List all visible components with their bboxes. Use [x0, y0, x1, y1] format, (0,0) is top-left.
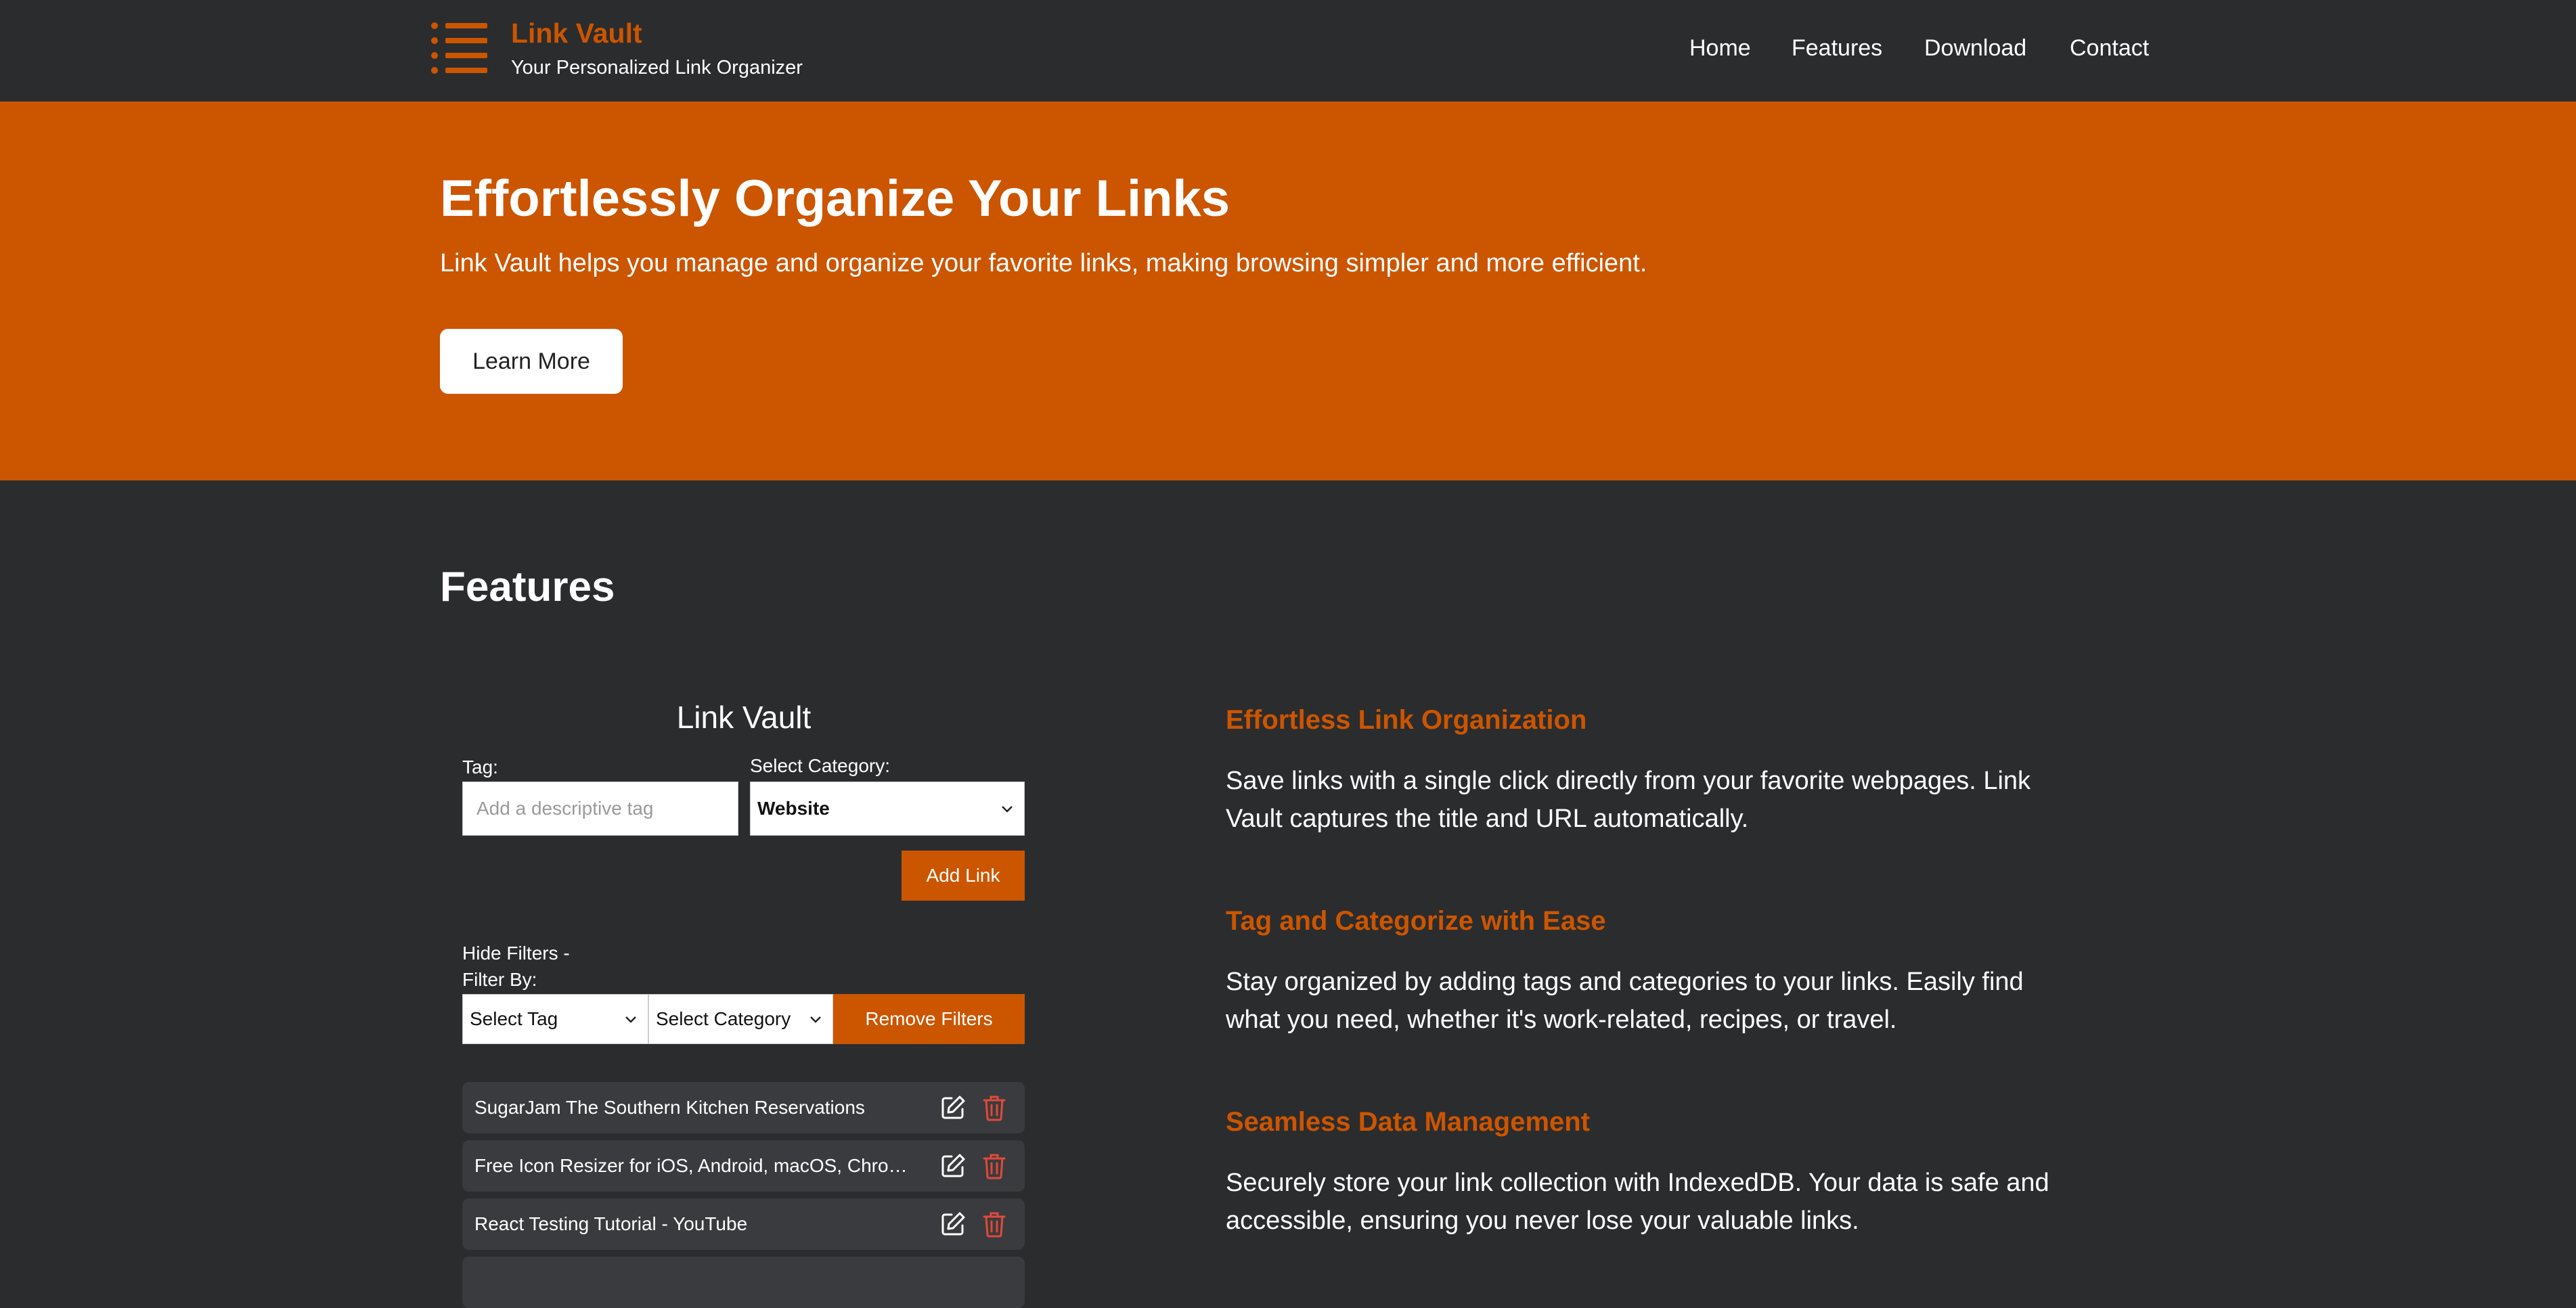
link-title[interactable]: SugarJam The Southern Kitchen Reservatio… — [474, 1082, 921, 1133]
hero-section: Effortlessly Organize Your Links Link Va… — [0, 102, 2576, 480]
link-list-item[interactable] — [462, 1257, 1025, 1308]
link-list-item[interactable]: SugarJam The Southern Kitchen Reservatio… — [462, 1082, 1025, 1133]
category-select[interactable]: Website — [750, 782, 1025, 836]
category-select-value: Website — [757, 798, 830, 819]
chevron-down-icon — [1002, 806, 1013, 813]
edit-icon[interactable] — [939, 1211, 967, 1238]
tag-label: Tag: — [462, 757, 498, 777]
edit-icon[interactable] — [939, 1152, 967, 1179]
tag-input[interactable] — [462, 782, 738, 836]
feature-description: Save links with a single click directly … — [1226, 767, 2031, 833]
nav-contact-link[interactable]: Contact — [2070, 35, 2149, 62]
trash-icon[interactable] — [982, 1152, 1006, 1179]
category-filter-select[interactable]: Select Category — [648, 994, 833, 1044]
hero-description: Link Vault helps you manage and organize… — [440, 249, 1647, 277]
chevron-down-icon — [625, 1016, 636, 1023]
link-title[interactable]: React Testing Tutorial - YouTube — [474, 1198, 921, 1250]
hero-title: Effortlessly Organize Your Links — [440, 170, 1230, 227]
feature-description: Securely store your link collection with… — [1226, 1169, 2049, 1235]
feature-heading: Tag and Categorize with Ease — [1226, 906, 1606, 936]
brand-title[interactable]: Link Vault — [511, 18, 642, 49]
feature-heading: Seamless Data Management — [1226, 1107, 1591, 1137]
filter-by-label: Filter By: — [462, 969, 537, 990]
link-title[interactable] — [474, 1257, 921, 1308]
remove-filters-button[interactable]: Remove Filters — [833, 994, 1025, 1044]
nav-features-link[interactable]: Features — [1792, 35, 1882, 62]
add-link-button[interactable]: Add Link — [902, 851, 1025, 901]
edit-icon[interactable] — [939, 1094, 967, 1121]
navbar: Link Vault Your Personalized Link Organi… — [0, 0, 2576, 102]
tag-filter-value: Select Tag — [470, 1008, 558, 1029]
brand-subtitle: Your Personalized Link Organizer — [511, 57, 803, 78]
category-label: Select Category: — [750, 755, 890, 776]
list-icon — [431, 22, 487, 74]
link-list-item[interactable]: React Testing Tutorial - YouTube — [462, 1198, 1025, 1250]
feature-description: Stay organized by adding tags and catego… — [1226, 968, 2024, 1034]
tag-filter-select[interactable]: Select Tag — [462, 994, 648, 1044]
hide-filters-toggle[interactable]: Hide Filters - — [462, 943, 570, 964]
feature-heading: Effortless Link Organization — [1226, 705, 1587, 735]
trash-icon[interactable] — [982, 1094, 1006, 1121]
nav-home-link[interactable]: Home — [1689, 35, 1751, 62]
learn-more-button[interactable]: Learn More — [440, 329, 623, 394]
trash-icon[interactable] — [982, 1211, 1006, 1238]
features-section-title: Features — [440, 564, 615, 610]
chevron-down-icon — [810, 1016, 821, 1023]
link-title[interactable]: Free Icon Resizer for iOS, Android, macO… — [474, 1140, 921, 1192]
category-filter-value: Select Category — [656, 1008, 791, 1029]
link-list-item[interactable]: Free Icon Resizer for iOS, Android, macO… — [462, 1140, 1025, 1192]
widget-title: Link Vault — [676, 700, 812, 735]
nav-download-link[interactable]: Download — [1924, 35, 2026, 62]
